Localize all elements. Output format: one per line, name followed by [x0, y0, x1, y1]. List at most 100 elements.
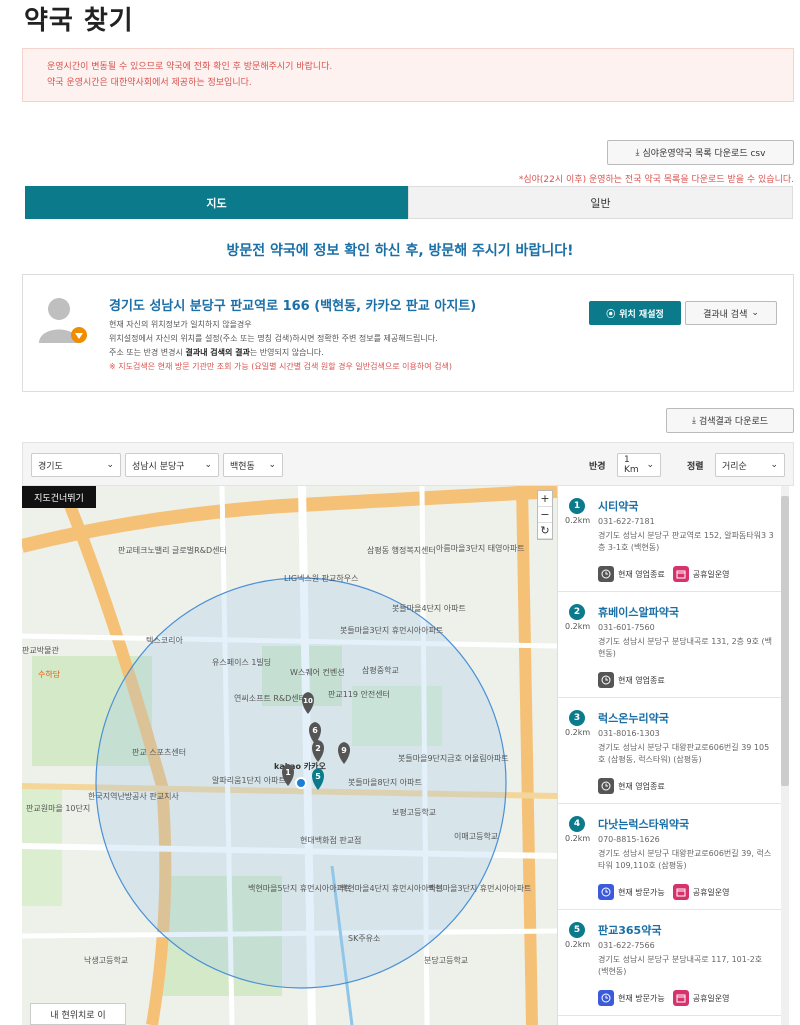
- dong-value: 백현동: [230, 461, 255, 472]
- map-label: 유스페이스 1빌딩: [212, 658, 272, 667]
- current-address: 경기도 성남시 분당구 판교역로 166 (백현동, 카카오 판교 아지트): [109, 299, 477, 314]
- pharmacy-list: 1 0.2km 시티약국 031-622-7181 경기도 성남시 분당구 판교…: [557, 486, 794, 1025]
- download-icon: ⤓: [635, 147, 640, 158]
- province-value: 경기도: [38, 461, 63, 472]
- calendar-icon: [672, 566, 689, 582]
- pharmacy-item[interactable]: 5 0.2km 판교365약국 031-622-7566 경기도 성남시 분당구…: [558, 910, 782, 1016]
- pharmacy-name[interactable]: 럭스온누리약국: [598, 710, 669, 726]
- reset-location-button[interactable]: ⦿ 위치 재설정: [589, 301, 681, 325]
- pharmacy-address: 경기도 성남시 분당구 대왕판교로606번길 39, 럭스타워 109,110호…: [598, 849, 772, 870]
- map-label: 알파리움1단지 아파트: [212, 776, 286, 785]
- map-label: 봇들마을4단지 아파트: [392, 604, 466, 613]
- sort-select[interactable]: 거리순 ⌄: [715, 453, 785, 477]
- map-label: 아름마을3단지 태영아파트: [436, 544, 525, 553]
- map-label: 판교박물관: [22, 646, 59, 655]
- pharmacy-item[interactable]: 1 0.2km 시티약국 031-622-7181 경기도 성남시 분당구 판교…: [558, 486, 782, 592]
- chevron-down-icon: ⌄: [646, 460, 654, 470]
- status-badge: 현재 영업종료: [598, 778, 665, 794]
- skip-map-button[interactable]: 지도건너뛰기: [22, 486, 96, 508]
- zoom-out-button[interactable]: −: [538, 507, 552, 523]
- pharmacy-address: 경기도 성남시 분당구 대왕판교로606번길 39 105호 (삼평동, 럭스타…: [598, 743, 770, 764]
- search-within-label: 결과내 검색: [703, 309, 748, 320]
- map-label: 수하담: [38, 670, 61, 679]
- map-label: 연씨소프트 R&D센터: [234, 694, 307, 703]
- city-select[interactable]: 성남시 분당구 ⌄: [125, 453, 219, 477]
- tab-map[interactable]: 지도: [25, 186, 408, 219]
- city-value: 성남시 분당구: [132, 461, 185, 472]
- csv-download-label: 심야운영약국 목록 다운로드 csv: [642, 149, 766, 159]
- list-scrollbar[interactable]: [781, 496, 789, 786]
- status-badge: 현재 방문가능: [598, 884, 665, 900]
- download-results-button[interactable]: ⤓ 검색결과 다운로드: [666, 408, 794, 433]
- map-label: 한국지역난방공사 판교지사: [88, 792, 179, 801]
- clock-icon: [598, 778, 614, 794]
- map-pin-icon: ⦿: [606, 309, 616, 320]
- hint-3-bold: 결과내 검색의 결과: [185, 348, 250, 357]
- zoom-in-button[interactable]: +: [538, 491, 552, 507]
- chevron-down-icon: ⌄: [204, 460, 212, 470]
- pharmacy-number: 1: [569, 498, 585, 514]
- map-label: 보평고등학교: [392, 808, 437, 817]
- search-within-results-button[interactable]: 결과내 검색 ⌄: [685, 301, 777, 325]
- zoom-control: + − ↻: [537, 490, 553, 540]
- notice-line-1: 운영시간이 변동될 수 있으므로 약국에 전화 확인 후 방문해주시기 바랍니다…: [47, 62, 333, 72]
- pharmacy-item[interactable]: 2 0.2km 휴베이스알파약국 031-601-7560 경기도 성남시 분당…: [558, 592, 782, 698]
- status-badge: 현재 영업종료: [598, 672, 665, 688]
- pharmacy-badges: 현재 영업종료: [598, 778, 665, 794]
- calendar-icon: [672, 990, 689, 1006]
- pharmacy-address: 경기도 성남시 분당구 분당내곡로 117, 101-2호 (백현동): [598, 955, 763, 976]
- map-label: 백현마을5단지 휴먼시아아파트: [248, 884, 352, 893]
- status-label: 현재 영업종료: [618, 781, 665, 791]
- pharmacy-name[interactable]: 휴베이스알파약국: [598, 604, 679, 620]
- province-select[interactable]: 경기도 ⌄: [31, 453, 121, 477]
- pharmacy-badges: 현재 영업종료: [598, 672, 665, 688]
- status-badge: 현재 영업종료: [598, 566, 665, 582]
- map-label: 이매고등학교: [454, 832, 499, 841]
- pharmacy-distance: 0.2km: [565, 834, 591, 843]
- radius-select[interactable]: 1 Km ⌄: [617, 453, 661, 477]
- chevron-down-icon: ⌄: [268, 460, 276, 470]
- refresh-icon[interactable]: ↻: [538, 523, 552, 539]
- holiday-badge: 공휴일운영: [672, 884, 730, 900]
- pharmacy-phone: 031-601-7560: [598, 623, 655, 632]
- csv-note: *심야(22시 이후) 운영하는 전국 약국 목록을 다운로드 받을 수 있습니…: [518, 175, 794, 185]
- map-view[interactable]: 판교테크노밸리 글로벌R&D센터 LIG넥스원 판교하우스 봇들마을4단지 아파…: [22, 486, 557, 1025]
- map-label: W스퀘어 컨벤션: [290, 668, 345, 677]
- map-label: 현대백화점 판교점: [300, 836, 362, 845]
- notice-box: 운영시간이 변동될 수 있으므로 약국에 전화 확인 후 방문해주시기 바랍니다…: [22, 48, 794, 102]
- dong-select[interactable]: 백현동 ⌄: [223, 453, 283, 477]
- sort-label: 정렬: [687, 462, 704, 472]
- map-label: LIG넥스원 판교하우스: [284, 574, 359, 583]
- pharmacy-item[interactable]: 4 0.2km 다낫는럭스타워약국 070-8815-1626 경기도 성남시 …: [558, 804, 782, 910]
- csv-download-button[interactable]: ⤓ 심야운영약국 목록 다운로드 csv: [607, 140, 794, 165]
- pharmacy-item[interactable]: 3 0.2km 럭스온누리약국 031-8016-1303 경기도 성남시 분당…: [558, 698, 782, 804]
- tab-general[interactable]: 일반: [408, 186, 793, 219]
- status-label: 현재 영업종료: [618, 675, 665, 685]
- map-label: 판교테크노밸리 글로벌R&D센터: [118, 546, 227, 555]
- pharmacy-number: 3: [569, 710, 585, 726]
- holiday-label: 공휴일운영: [692, 887, 730, 897]
- location-box: 경기도 성남시 분당구 판교역로 166 (백현동, 카카오 판교 아지트) 현…: [22, 274, 794, 392]
- location-hint-2: 위치설정에서 자신의 위치를 설정(주소 또는 명칭 검색)하시면 정확한 주변…: [109, 334, 438, 343]
- holiday-badge: 공휴일운영: [672, 990, 730, 1006]
- clock-icon: [598, 884, 614, 900]
- status-badge: 현재 방문가능: [598, 990, 665, 1006]
- my-location-button[interactable]: 내 현위치로 이: [30, 1003, 126, 1025]
- pharmacy-phone: 031-622-7566: [598, 941, 655, 950]
- status-label: 현재 방문가능: [618, 993, 665, 1003]
- download-results-label: 검색결과 다운로드: [698, 417, 769, 427]
- pharmacy-distance: 0.2km: [565, 516, 591, 525]
- pharmacy-name[interactable]: 시티약국: [598, 498, 638, 514]
- pharmacy-name[interactable]: 판교365약국: [598, 922, 661, 938]
- pharmacy-distance: 0.2km: [565, 728, 591, 737]
- map-label: 판교원마을 10단지: [26, 804, 91, 813]
- calendar-icon: [672, 884, 689, 900]
- map-label: 텍스코리아: [146, 636, 183, 645]
- pharmacy-name[interactable]: 다낫는럭스타워약국: [598, 816, 689, 832]
- pharmacy-address: 경기도 성남시 분당구 판교역로 152, 알파돔타워3 3층 3-1호 (백현…: [598, 531, 774, 552]
- location-hint-3: 주소 또는 반경 변경시 결과내 검색의 결과는 반영되지 않습니다.: [109, 347, 324, 358]
- pharmacy-distance: 0.2km: [565, 940, 591, 949]
- pharmacy-number: 5: [569, 922, 585, 938]
- map-center-label: kakao 카카오: [274, 762, 326, 771]
- status-label: 현재 영업종료: [618, 569, 665, 579]
